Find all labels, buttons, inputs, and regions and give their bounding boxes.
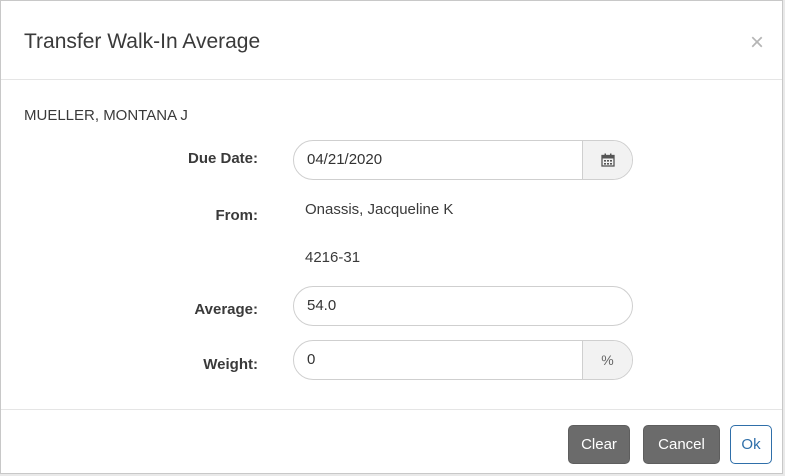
weight-label: Weight: bbox=[203, 356, 258, 373]
weight-value: 0 bbox=[307, 351, 316, 368]
due-date-label: Due Date: bbox=[187, 150, 258, 167]
calendar-button[interactable] bbox=[582, 141, 632, 179]
close-icon[interactable]: × bbox=[750, 31, 764, 55]
average-value: 54.0 bbox=[307, 297, 337, 314]
student-name: MUELLER, MONTANA J bbox=[24, 107, 188, 124]
ok-button[interactable]: Ok bbox=[730, 425, 772, 464]
average-input[interactable]: 54.0 bbox=[293, 286, 633, 326]
clear-button[interactable]: Clear bbox=[568, 425, 630, 464]
dialog-footer: Clear Cancel Ok bbox=[1, 409, 782, 475]
from-course-section: 4216-31 bbox=[305, 249, 361, 266]
average-label: Average: bbox=[194, 301, 258, 318]
from-label: From: bbox=[215, 207, 259, 224]
from-teacher: Onassis, Jacqueline K bbox=[305, 201, 454, 218]
transfer-walk-in-dialog: Transfer Walk-In Average × MUELLER, MONT… bbox=[0, 0, 783, 474]
due-date-value: 04/21/2020 bbox=[307, 151, 383, 168]
weight-input[interactable]: 0 % bbox=[293, 340, 633, 380]
dialog-header: Transfer Walk-In Average × bbox=[1, 1, 782, 80]
percent-addon: % bbox=[582, 341, 632, 379]
cancel-button[interactable]: Cancel bbox=[643, 425, 720, 464]
dialog-title: Transfer Walk-In Average bbox=[24, 30, 261, 53]
calendar-icon bbox=[600, 153, 615, 167]
due-date-field[interactable]: 04/21/2020 bbox=[293, 140, 633, 180]
